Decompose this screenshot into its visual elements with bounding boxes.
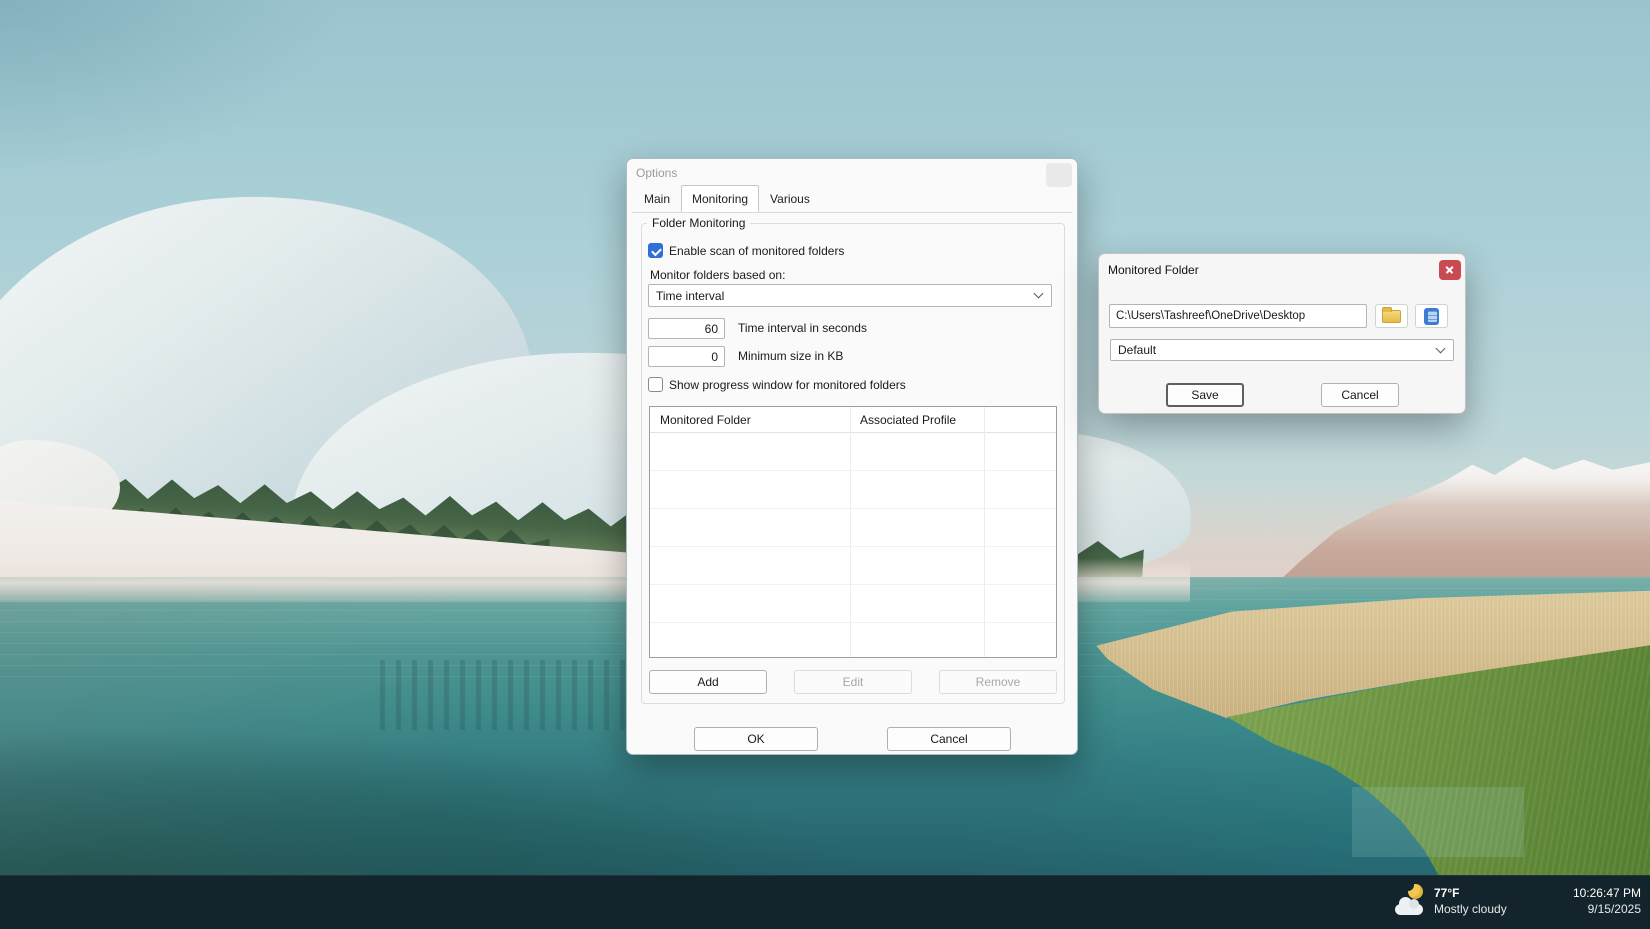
enable-scan-label: Enable scan of monitored folders	[669, 244, 844, 258]
chevron-down-icon	[1436, 343, 1446, 353]
monitor-based-on-label: Monitor folders based on:	[650, 268, 785, 282]
close-button[interactable]	[1439, 260, 1461, 280]
enable-scan-checkbox[interactable]	[648, 243, 663, 258]
add-button[interactable]: Add	[649, 670, 767, 694]
moon-cloud-icon	[1394, 884, 1430, 918]
options-title-bar[interactable]: Options	[627, 159, 1077, 187]
folder-path-input[interactable]	[1109, 304, 1367, 328]
browse-folder-button[interactable]	[1375, 304, 1408, 328]
tab-main[interactable]: Main	[633, 187, 681, 212]
drive-icon	[1424, 308, 1439, 325]
column-header-associated-profile[interactable]: Associated Profile	[860, 413, 956, 427]
ok-button[interactable]: OK	[694, 727, 818, 751]
folder-monitoring-group-label: Folder Monitoring	[647, 216, 750, 230]
browse-drive-button[interactable]	[1415, 304, 1448, 328]
monitored-folders-table[interactable]: Monitored Folder Associated Profile	[649, 406, 1057, 658]
time-interval-input[interactable]	[648, 318, 725, 339]
tab-strip-divider	[632, 212, 1072, 213]
moon-icon	[1408, 884, 1423, 899]
clock-widget[interactable]: 10:26:47 PM 9/15/2025	[1533, 880, 1643, 926]
weather-condition: Mostly cloudy	[1434, 902, 1507, 916]
time-interval-label: Time interval in seconds	[738, 321, 867, 335]
close-button[interactable]	[1046, 163, 1072, 187]
chevron-down-icon	[1034, 289, 1044, 299]
remove-button[interactable]: Remove	[939, 670, 1057, 694]
options-dialog: Options Main Monitoring Various Folder M…	[626, 158, 1078, 755]
table-header-row: Monitored Folder Associated Profile	[650, 407, 1056, 433]
weather-temperature: 77°F	[1434, 886, 1459, 900]
min-size-input[interactable]	[648, 346, 725, 367]
clock-time: 10:26:47 PM	[1573, 886, 1641, 900]
edit-button[interactable]: Edit	[794, 670, 912, 694]
folder-icon	[1382, 310, 1401, 323]
monitored-folder-dialog: Monitored Folder Default Save Cancel	[1098, 253, 1466, 414]
save-button[interactable]: Save	[1166, 383, 1244, 407]
options-title: Options	[636, 166, 677, 180]
cloud-icon	[1395, 904, 1423, 915]
options-tab-strip: Main Monitoring Various	[633, 187, 821, 212]
taskbar[interactable]: 77°F Mostly cloudy 10:26:47 PM 9/15/2025	[0, 875, 1650, 929]
show-progress-label: Show progress window for monitored folde…	[669, 378, 906, 392]
column-header-monitored-folder[interactable]: Monitored Folder	[660, 413, 751, 427]
weather-widget[interactable]: 77°F Mostly cloudy	[1390, 880, 1540, 926]
cancel-button[interactable]: Cancel	[887, 727, 1011, 751]
min-size-label: Minimum size in KB	[738, 349, 843, 363]
profile-dropdown[interactable]: Default	[1110, 339, 1454, 361]
profile-value: Default	[1118, 343, 1156, 357]
tab-monitoring[interactable]: Monitoring	[681, 185, 759, 212]
monitored-folder-title: Monitored Folder	[1108, 263, 1199, 277]
screen: 77°F Mostly cloudy 10:26:47 PM 9/15/2025…	[0, 0, 1650, 929]
tab-various[interactable]: Various	[759, 187, 821, 212]
show-progress-checkbox[interactable]	[648, 377, 663, 392]
table-body-empty[interactable]	[650, 433, 1056, 657]
wallpaper-tree-reflections	[380, 660, 660, 730]
monitor-based-on-dropdown[interactable]: Time interval	[648, 284, 1052, 307]
monitor-based-on-value: Time interval	[656, 289, 724, 303]
cancel-button[interactable]: Cancel	[1321, 383, 1399, 407]
clock-date: 9/15/2025	[1588, 902, 1641, 916]
wallpaper-water-patch	[1352, 787, 1524, 857]
